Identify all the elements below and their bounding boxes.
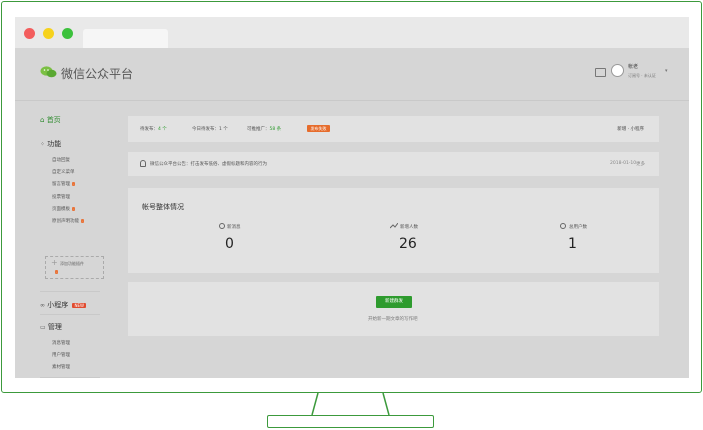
monitor-stand-base — [267, 415, 434, 428]
monitor-stand-neck — [311, 392, 390, 416]
